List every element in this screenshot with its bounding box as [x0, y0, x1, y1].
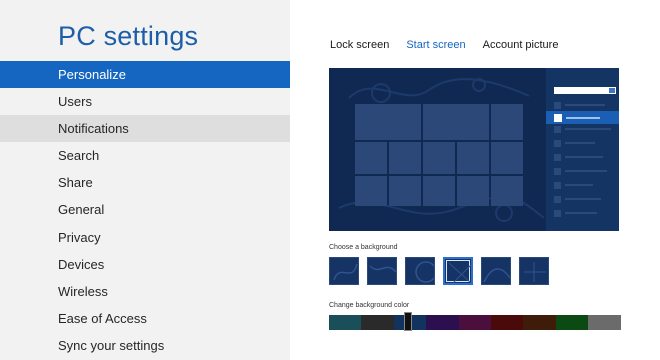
app-icon — [554, 114, 562, 122]
preview-tile — [491, 176, 523, 206]
settings-nav-list: Personalize Users Notifications Search Share… — [0, 61, 290, 359]
nav-item-sync-your-settings[interactable]: Sync your settings — [0, 332, 290, 359]
color-swatch[interactable] — [523, 315, 556, 330]
preview-tile — [423, 176, 455, 206]
charm-search-icon — [608, 87, 616, 94]
charm-app-row — [554, 102, 616, 109]
color-swatch[interactable] — [458, 315, 491, 330]
nav-item-share[interactable]: Share — [0, 169, 290, 196]
preview-tile — [457, 176, 489, 206]
personalize-tabs: Lock screen Start screen Account picture — [330, 39, 558, 51]
search-charm-panel — [546, 68, 619, 231]
charm-app-row — [554, 182, 616, 189]
app-icon — [554, 154, 561, 161]
app-name-line — [565, 198, 601, 200]
charm-app-row — [554, 126, 616, 133]
nav-item-users[interactable]: Users — [0, 88, 290, 115]
color-swatch[interactable] — [490, 315, 524, 330]
nav-item-search[interactable]: Search — [0, 142, 290, 169]
charm-app-row — [554, 168, 616, 175]
color-slider-thumb[interactable] — [403, 312, 412, 331]
app-name-line — [565, 128, 611, 130]
background-pattern-option[interactable] — [367, 257, 397, 285]
pattern-preview-graphic — [483, 268, 510, 283]
charm-search-box — [554, 87, 608, 94]
app-icon — [554, 126, 561, 133]
color-swatch[interactable] — [329, 315, 362, 330]
app-icon — [554, 210, 561, 217]
preview-tile — [355, 104, 421, 140]
charm-app-row — [554, 196, 616, 203]
preview-tile — [491, 142, 523, 174]
app-name-line — [566, 117, 600, 119]
preview-tile — [423, 142, 455, 174]
preview-tile — [491, 104, 523, 140]
color-swatch[interactable] — [588, 315, 621, 330]
preview-tile — [389, 176, 421, 206]
choose-background-label: Choose a background — [329, 244, 398, 251]
preview-tile — [355, 142, 387, 174]
app-icon — [554, 196, 561, 203]
background-color-bar — [329, 315, 621, 330]
nav-item-personalize[interactable]: Personalize — [0, 61, 290, 89]
preview-tile — [389, 142, 421, 174]
page-title: PC settings — [58, 21, 199, 51]
tab-lock-screen[interactable]: Lock screen — [330, 39, 389, 51]
nav-item-ease-of-access[interactable]: Ease of Access — [0, 305, 290, 332]
charm-app-row — [554, 154, 616, 161]
background-pattern-option[interactable] — [443, 257, 473, 285]
app-name-line — [565, 142, 595, 144]
navigation-pane: PC settings Personalize Users Notification… — [0, 0, 290, 360]
preview-tile — [355, 176, 387, 206]
nav-item-wireless[interactable]: Wireless — [0, 278, 290, 305]
pattern-preview-graphic — [369, 265, 396, 273]
color-swatch[interactable] — [555, 315, 589, 330]
pattern-preview-graphic — [333, 263, 358, 281]
app-icon — [554, 102, 561, 109]
nav-item-general[interactable]: General — [0, 196, 290, 223]
nav-item-notifications[interactable]: Notifications — [0, 115, 290, 143]
nav-item-privacy[interactable]: Privacy — [0, 224, 290, 251]
color-swatch[interactable] — [426, 315, 459, 330]
charm-app-row — [554, 140, 616, 147]
pattern-preview-graphic — [524, 262, 546, 282]
background-pattern-option[interactable] — [405, 257, 435, 285]
color-swatch[interactable] — [361, 315, 394, 330]
background-pattern-choices — [329, 257, 549, 285]
preview-tile — [423, 104, 489, 140]
tab-start-screen[interactable]: Start screen — [406, 39, 465, 51]
app-name-line — [565, 104, 605, 106]
pattern-preview-graphic — [415, 261, 434, 283]
app-name-line — [565, 170, 607, 172]
start-screen-preview — [329, 68, 619, 231]
charm-app-row — [554, 210, 616, 217]
background-pattern-option[interactable] — [519, 257, 549, 285]
nav-item-devices[interactable]: Devices — [0, 251, 290, 278]
app-icon — [554, 168, 561, 175]
charm-app-row — [546, 111, 619, 124]
app-name-line — [565, 184, 593, 186]
background-pattern-option[interactable] — [481, 257, 511, 285]
preview-tile — [457, 142, 489, 174]
app-name-line — [565, 212, 597, 214]
tab-account-picture[interactable]: Account picture — [483, 39, 559, 51]
pattern-preview-graphic — [448, 262, 471, 283]
app-name-line — [565, 156, 603, 158]
app-icon — [554, 182, 561, 189]
app-icon — [554, 140, 561, 147]
background-pattern-option[interactable] — [329, 257, 359, 285]
change-color-label: Change background color — [329, 302, 410, 309]
